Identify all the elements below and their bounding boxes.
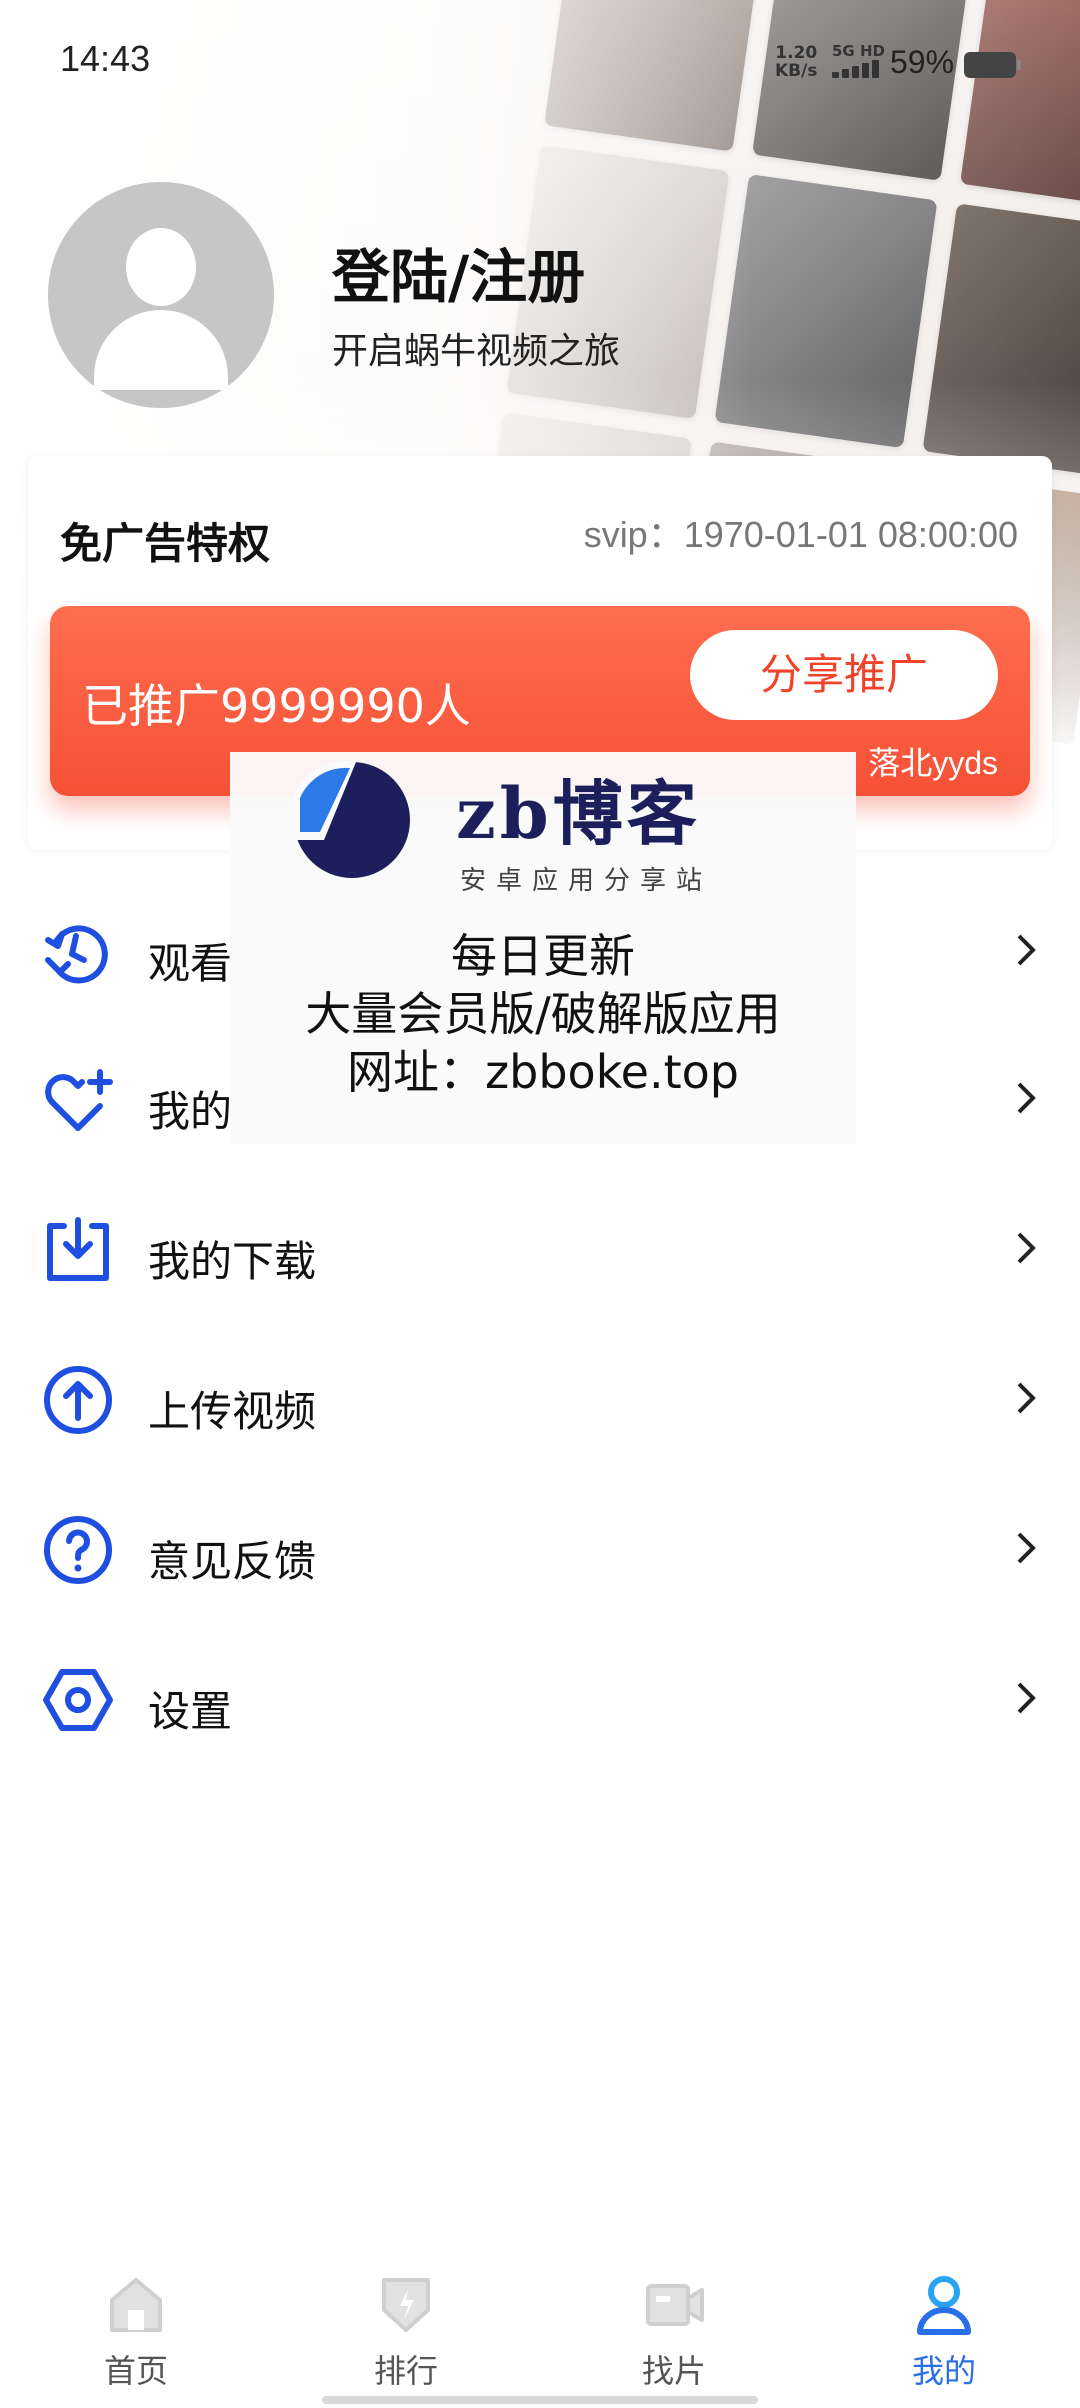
history-icon	[45, 925, 108, 984]
status-time: 14:43	[60, 38, 151, 79]
chevron-right-icon	[1017, 934, 1036, 966]
chevron-right-icon	[1017, 1082, 1036, 1114]
nav-tab-home[interactable]: 首页	[36, 2272, 236, 2392]
video-camera-icon	[646, 2284, 704, 2326]
chevron-right-icon	[1017, 1382, 1036, 1414]
nav-tab-find[interactable]: 找片	[574, 2272, 774, 2392]
download-icon	[47, 1217, 109, 1281]
svip-expiry: svip：1970-01-01 08:00:00	[583, 514, 1018, 555]
watermark-line: 大量会员版/破解版应用	[305, 987, 781, 1041]
settings-icon	[43, 1669, 113, 1731]
login-register-link[interactable]: 登陆/注册	[332, 230, 585, 314]
upload-icon	[44, 1366, 112, 1434]
menu-label: 上传视频	[148, 1387, 317, 1436]
menu-label: 我的下载	[148, 1237, 317, 1286]
battery-icon	[964, 52, 1021, 78]
nav-label: 首页	[103, 2352, 168, 2390]
nav-label: 找片	[641, 2352, 706, 2390]
status-bar: 14:43 1.20 KB/s 5G HD 59%	[0, 0, 1080, 130]
nav-label: 我的	[911, 2352, 976, 2390]
menu-label: 意见反馈	[148, 1537, 317, 1586]
menu-item-feedback[interactable]: 意见反馈	[0, 1482, 1080, 1622]
watermark-slogan: 安卓应用分享站	[460, 866, 713, 896]
favorite-heart-icon	[45, 1069, 113, 1131]
menu-item-settings[interactable]: 设置	[0, 1632, 1080, 1772]
nav-label: 排行	[373, 2352, 438, 2390]
signal-icon	[832, 60, 879, 78]
home-icon	[110, 2278, 162, 2332]
my-page-screen: 14:43 1.20 KB/s 5G HD 59% 登陆/注册 开启蜗牛视频之旅…	[0, 0, 1080, 2408]
chevron-right-icon	[1017, 1682, 1036, 1714]
person-icon	[917, 2276, 971, 2335]
menu-item-upload[interactable]: 上传视频	[0, 1332, 1080, 1472]
share-promote-button[interactable]: 分享推广	[690, 630, 998, 720]
watermark-brand: zb博客	[456, 772, 701, 855]
network-type: 5G HD	[832, 42, 885, 60]
promotion-count: 已推广9999990人	[82, 679, 471, 733]
battery-percent: 59%	[890, 44, 955, 80]
chevron-right-icon	[1017, 1532, 1036, 1564]
nav-tab-ranking[interactable]: 排行	[306, 2272, 506, 2392]
watermark-line: 每日更新	[451, 929, 635, 983]
promotion-credit: 落北yyds	[868, 745, 998, 781]
home-indicator[interactable]	[322, 2396, 758, 2404]
menu-label: 观看	[148, 939, 233, 988]
menu-item-downloads[interactable]: 我的下载	[0, 1182, 1080, 1322]
bottom-navigation: 首页 排行 找片 我的	[0, 2248, 1080, 2408]
avatar[interactable]	[48, 182, 274, 408]
nav-tab-mine[interactable]: 我的	[844, 2272, 1044, 2392]
watermark-line: 网址：zbboke.top	[347, 1045, 739, 1099]
menu-label: 我的	[148, 1087, 233, 1136]
menu-label: 设置	[148, 1687, 233, 1736]
ranking-icon	[382, 2278, 430, 2332]
login-subtitle: 开启蜗牛视频之旅	[332, 331, 621, 372]
card-title: 免广告特权	[60, 519, 271, 568]
chevron-right-icon	[1017, 1232, 1036, 1264]
feedback-question-icon	[44, 1516, 112, 1584]
network-speed: 1.20 KB/s	[775, 43, 818, 81]
watermark-overlay: zb博客 安卓应用分享站 每日更新 大量会员版/破解版应用 网址：zbboke.…	[230, 752, 856, 1144]
zb-blog-logo	[294, 761, 410, 878]
